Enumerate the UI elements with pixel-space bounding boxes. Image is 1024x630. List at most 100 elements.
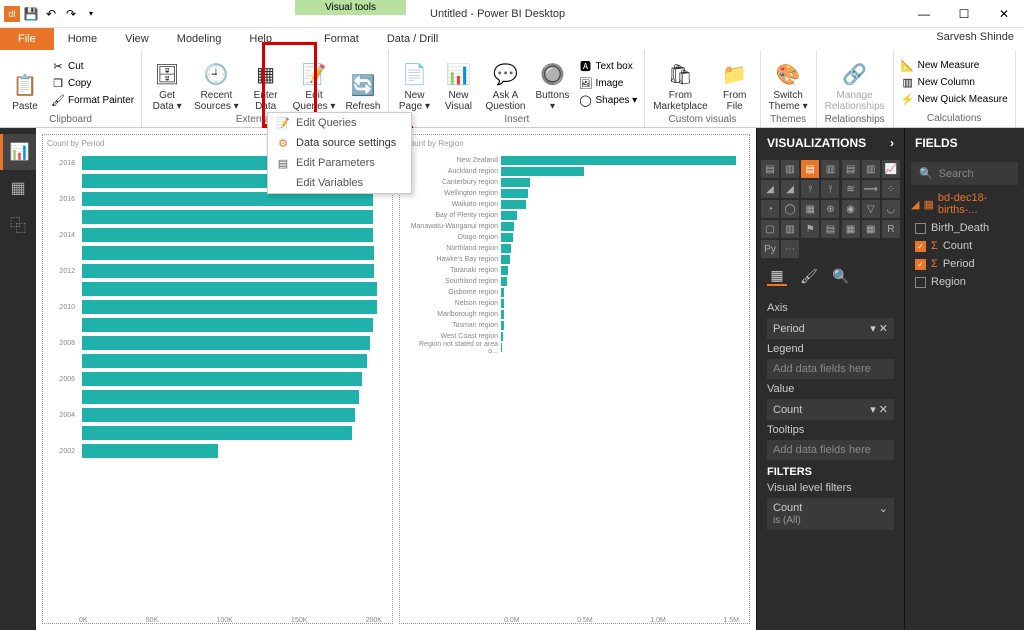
viz-count-by-region[interactable]: Count by Region New ZealandAuckland regi… bbox=[399, 134, 750, 624]
value-remove-icon[interactable]: ▾ ✕ bbox=[870, 403, 888, 416]
image-button[interactable]: 🖼Image bbox=[575, 75, 640, 91]
new-quick-measure-button[interactable]: ⚡New Quick Measure bbox=[898, 92, 1011, 108]
viz-stacked-area[interactable]: ◢ bbox=[781, 180, 799, 198]
field-period[interactable]: ✓ΣPeriod bbox=[905, 255, 1024, 273]
shapes-button[interactable]: ◯Shapes ▾ bbox=[575, 92, 640, 108]
refresh-button[interactable]: 🔄Refresh bbox=[341, 52, 384, 114]
viz-area[interactable]: ◢ bbox=[761, 180, 779, 198]
buttons-button[interactable]: 🔘Buttons ▾ bbox=[531, 52, 573, 114]
redo-icon[interactable]: ↷ bbox=[62, 5, 80, 23]
field-region[interactable]: Region bbox=[905, 273, 1024, 291]
viz-funnel[interactable]: ▽ bbox=[862, 200, 880, 218]
checkbox[interactable] bbox=[915, 223, 926, 234]
fields-search[interactable]: 🔍Search bbox=[911, 162, 1018, 185]
dropdown-edit-variables[interactable]: Edit Variables bbox=[268, 173, 411, 193]
recent-sources-button[interactable]: 🕘Recent Sources ▾ bbox=[190, 52, 242, 114]
viz-filled-map[interactable]: ◉ bbox=[842, 200, 860, 218]
viz-py[interactable]: Py bbox=[761, 240, 779, 258]
viz-pie[interactable]: ◔ bbox=[761, 200, 779, 218]
report-view-button[interactable]: 📊 bbox=[0, 134, 36, 170]
paste-button[interactable]: 📋 Paste bbox=[4, 52, 46, 114]
home-tab[interactable]: Home bbox=[54, 28, 111, 50]
fields-mode[interactable]: ▦ bbox=[767, 266, 787, 286]
data-view-button[interactable]: ▦ bbox=[0, 170, 36, 206]
format-painter-button[interactable]: 🖌Format Painter bbox=[48, 92, 137, 108]
field-birth-death[interactable]: Birth_Death bbox=[905, 219, 1024, 237]
tooltips-well[interactable]: Add data fields here bbox=[767, 440, 894, 460]
get-data-button[interactable]: 🗄Get Data ▾ bbox=[146, 52, 188, 114]
viz-kpi[interactable]: ⚑ bbox=[801, 220, 819, 238]
viz-panel-collapse-icon[interactable]: › bbox=[890, 136, 894, 150]
close-button[interactable]: ✕ bbox=[984, 0, 1024, 28]
cut-button[interactable]: ✂Cut bbox=[48, 58, 137, 74]
viz-table[interactable]: ▦ bbox=[842, 220, 860, 238]
enter-data-button[interactable]: ▦Enter Data bbox=[245, 52, 287, 114]
viz-100-column[interactable]: ▥ bbox=[862, 160, 880, 178]
checkbox[interactable]: ✓ bbox=[915, 241, 926, 252]
viz-line[interactable]: 📈 bbox=[882, 160, 900, 178]
table-name[interactable]: ◢▦bd-dec18-births-... bbox=[905, 189, 1024, 219]
filter-expand-icon[interactable]: ⌄ bbox=[879, 502, 888, 515]
dropdown-edit-queries[interactable]: 📝Edit Queries bbox=[268, 113, 411, 133]
viz-100-bar[interactable]: ▤ bbox=[842, 160, 860, 178]
dropdown-edit-parameters[interactable]: ▤Edit Parameters bbox=[268, 153, 411, 173]
qat-dropdown-icon[interactable]: ▾ bbox=[82, 5, 100, 23]
viz-scatter[interactable]: ⁘ bbox=[882, 180, 900, 198]
viz-clustered-column[interactable]: ▥ bbox=[821, 160, 839, 178]
new-page-button[interactable]: 📄New Page ▾ bbox=[393, 52, 435, 114]
legend-well[interactable]: Add data fields here bbox=[767, 359, 894, 379]
viz-slicer[interactable]: ▤ bbox=[821, 220, 839, 238]
axis-remove-icon[interactable]: ▾ ✕ bbox=[870, 322, 888, 335]
viz-stacked-column[interactable]: ▥ bbox=[781, 160, 799, 178]
publish-button[interactable]: 📤Publish bbox=[1020, 52, 1024, 114]
viz-treemap[interactable]: ▦ bbox=[801, 200, 819, 218]
field-count[interactable]: ✓ΣCount bbox=[905, 237, 1024, 255]
checkbox[interactable] bbox=[915, 277, 926, 288]
format-mode[interactable]: 🖌 bbox=[799, 266, 819, 286]
copy-button[interactable]: ❐Copy bbox=[48, 75, 137, 91]
viz-matrix[interactable]: ▦ bbox=[862, 220, 880, 238]
manage-relationships-button[interactable]: 🔗Manage Relationships bbox=[821, 52, 889, 114]
checkbox[interactable]: ✓ bbox=[915, 259, 926, 270]
model-view-button[interactable]: ⿻ bbox=[0, 206, 36, 242]
format-tab[interactable]: Format bbox=[310, 28, 373, 50]
undo-icon[interactable]: ↶ bbox=[42, 5, 60, 23]
view-tab[interactable]: View bbox=[111, 28, 163, 50]
new-column-button[interactable]: ▥New Column bbox=[898, 75, 1011, 91]
axis-well[interactable]: Period▾ ✕ bbox=[767, 318, 894, 339]
from-marketplace-button[interactable]: 🛍From Marketplace bbox=[649, 52, 711, 114]
viz-more[interactable]: ⋯ bbox=[781, 240, 799, 258]
viz-card[interactable]: ▢ bbox=[761, 220, 779, 238]
data-drill-tab[interactable]: Data / Drill bbox=[373, 28, 452, 50]
from-file-button[interactable]: 📁From File bbox=[714, 52, 756, 114]
viz-map[interactable]: ⊕ bbox=[821, 200, 839, 218]
viz-donut[interactable]: ◯ bbox=[781, 200, 799, 218]
viz-waterfall[interactable]: ⟿ bbox=[862, 180, 880, 198]
modeling-tab[interactable]: Modeling bbox=[163, 28, 236, 50]
edit-queries-button[interactable]: 📝Edit Queries ▾ bbox=[289, 52, 340, 114]
save-icon[interactable]: 💾 bbox=[22, 5, 40, 23]
new-visual-button[interactable]: 📊New Visual bbox=[437, 52, 479, 114]
visual-tools-tab[interactable]: Visual tools bbox=[295, 0, 406, 15]
viz-combo1[interactable]: ⫯ bbox=[801, 180, 819, 198]
value-well[interactable]: Count▾ ✕ bbox=[767, 399, 894, 420]
dropdown-data-source-settings[interactable]: ⚙Data source settings bbox=[268, 133, 411, 153]
minimize-button[interactable]: — bbox=[904, 0, 944, 28]
user-name[interactable]: Sarvesh Shinde bbox=[926, 28, 1024, 50]
viz-gauge[interactable]: ◡ bbox=[882, 200, 900, 218]
switch-theme-button[interactable]: 🎨Switch Theme ▾ bbox=[765, 52, 812, 114]
viz-combo2[interactable]: ⫯ bbox=[821, 180, 839, 198]
analytics-mode[interactable]: 🔍 bbox=[831, 266, 851, 286]
text-box-button[interactable]: 🅰Text box bbox=[575, 58, 640, 74]
viz-count-by-period[interactable]: Count by Period ⤢ ⋯ 20182016201420122010… bbox=[42, 134, 393, 624]
viz-multirow-card[interactable]: ▥ bbox=[781, 220, 799, 238]
help-tab[interactable]: Help bbox=[235, 28, 286, 50]
ask-question-button[interactable]: 💬Ask A Question bbox=[481, 52, 529, 114]
viz-clustered-bar[interactable]: ▤ bbox=[801, 160, 819, 178]
file-menu[interactable]: File bbox=[0, 28, 54, 50]
viz-ribbon[interactable]: ≋ bbox=[842, 180, 860, 198]
maximize-button[interactable]: ☐ bbox=[944, 0, 984, 28]
new-measure-button[interactable]: 📐New Measure bbox=[898, 58, 1011, 74]
viz-stacked-bar[interactable]: ▤ bbox=[761, 160, 779, 178]
filter-count[interactable]: Count⌄ is (All) bbox=[767, 498, 894, 530]
